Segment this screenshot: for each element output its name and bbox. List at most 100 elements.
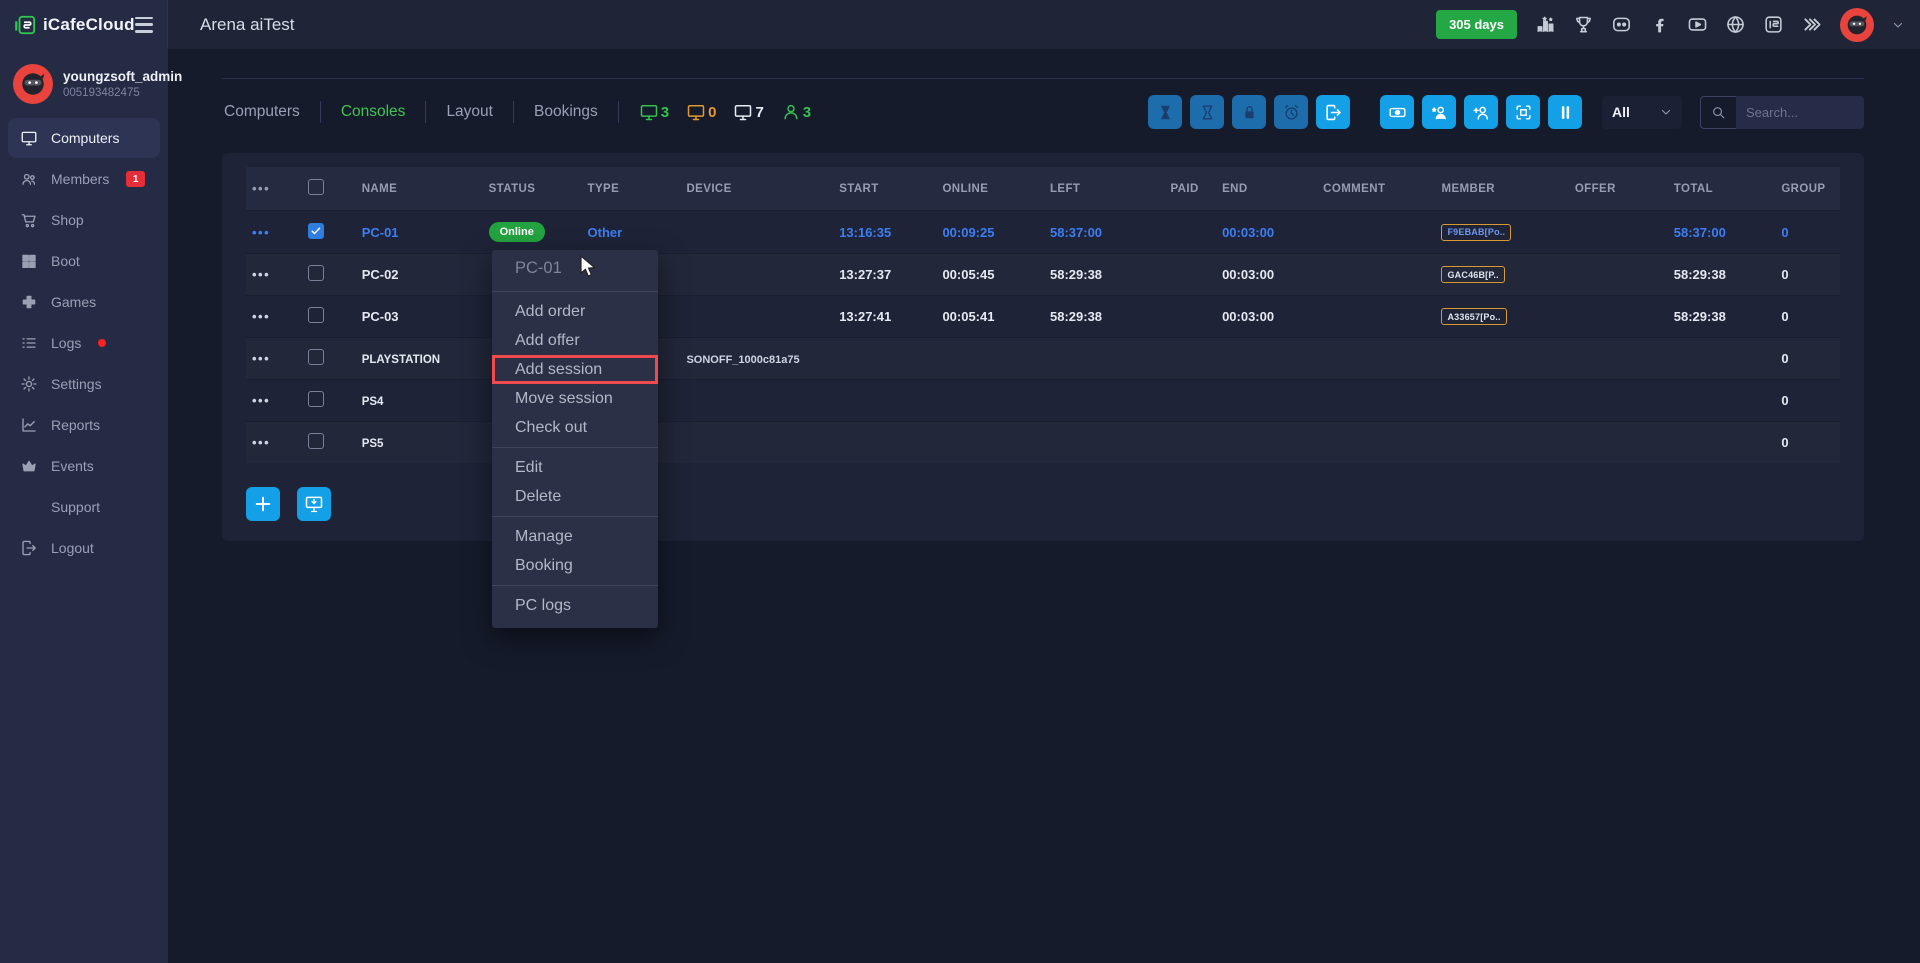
user-avatar[interactable] <box>13 64 53 104</box>
menu-item-manage[interactable]: Manage <box>492 522 658 551</box>
member-badge[interactable]: GAC46B[P.. <box>1441 266 1504 283</box>
row-menu-icon[interactable]: ••• <box>252 225 270 240</box>
sidebar-item-members[interactable]: Members1 <box>8 159 160 199</box>
layers-icon[interactable] <box>1801 14 1822 35</box>
menu-item-booking[interactable]: Booking <box>492 551 658 580</box>
menu-item-add-order[interactable]: Add order <box>492 297 658 326</box>
chevron-down-icon[interactable] <box>1892 19 1904 31</box>
search-input[interactable] <box>1736 96 1864 129</box>
sidebar-item-games[interactable]: Games <box>8 282 160 322</box>
sidebar-item-shop[interactable]: Shop <box>8 200 160 240</box>
row-menu-icon[interactable]: ••• <box>252 351 270 366</box>
tab-consoles[interactable]: Consoles <box>321 101 427 123</box>
cell-comment <box>1317 254 1435 296</box>
menu-item-edit[interactable]: Edit <box>492 453 658 482</box>
cell-name-value[interactable]: PS4 <box>362 396 384 408</box>
select-all-checkbox[interactable] <box>308 179 324 195</box>
sidebar-item-settings[interactable]: Settings <box>8 364 160 404</box>
sidebar-item-computers[interactable]: Computers <box>8 118 160 158</box>
sidebar-item-logout[interactable]: Logout <box>8 528 160 568</box>
facebook-icon[interactable] <box>1649 14 1670 35</box>
row-menu-cell: ••• <box>246 338 302 380</box>
counter-2: 7 <box>733 102 763 122</box>
member-star-button[interactable] <box>1422 95 1456 129</box>
plus-button[interactable] <box>246 487 280 521</box>
hamburger-icon[interactable] <box>135 17 153 33</box>
cell-offer <box>1569 380 1668 422</box>
row-checkbox[interactable] <box>308 391 324 407</box>
discord-icon[interactable] <box>1611 14 1632 35</box>
row-checkbox[interactable] <box>308 265 324 281</box>
lock-button[interactable] <box>1232 95 1266 129</box>
sidebar-item-support[interactable]: Support <box>8 487 160 527</box>
cell-group-value: 0 <box>1781 225 1788 240</box>
subscription-days-badge[interactable]: 305 days <box>1436 10 1517 39</box>
cell-start-value: 13:27:37 <box>839 267 891 282</box>
member-badge[interactable]: A33657[Po.. <box>1441 308 1506 325</box>
screen-button[interactable] <box>1506 95 1540 129</box>
sidebar-item-events[interactable]: Events <box>8 446 160 486</box>
sidebar-item-boot[interactable]: Boot <box>8 241 160 281</box>
menu-item-delete[interactable]: Delete <box>492 482 658 511</box>
brand[interactable]: iCafeCloud <box>14 14 135 36</box>
globe-icon[interactable] <box>1725 14 1746 35</box>
row-menu-icon[interactable]: ••• <box>252 309 270 324</box>
user-avatar[interactable] <box>1840 8 1874 42</box>
cell-name-value[interactable]: PC-02 <box>362 267 399 282</box>
sidebar-item-reports[interactable]: Reports <box>8 405 160 445</box>
row-checkbox[interactable] <box>308 349 324 365</box>
cell-left-value: 58:29:38 <box>1050 309 1102 324</box>
cell-device-value: SONOFF_1000c81a75 <box>686 354 799 366</box>
cash-icon <box>1388 103 1407 122</box>
hourglass-button[interactable] <box>1190 95 1224 129</box>
row-checkbox[interactable] <box>308 307 324 323</box>
cell-name-value[interactable]: PC-03 <box>362 309 399 324</box>
pause-icon <box>1556 103 1575 122</box>
menu-item-add-session[interactable]: Add session <box>492 355 658 384</box>
trophy-icon[interactable] <box>1573 14 1594 35</box>
sidebar-item-logs[interactable]: Logs <box>8 323 160 363</box>
checkout-button[interactable] <box>1316 95 1350 129</box>
alarm-button[interactable] <box>1274 95 1308 129</box>
tab-layout[interactable]: Layout <box>426 101 514 123</box>
cell-member <box>1435 422 1568 464</box>
column-header-start: START <box>833 167 936 211</box>
cell-name-value[interactable]: PLAYSTATION <box>362 354 440 366</box>
table-row: •••PC-0213:27:3700:05:4558:29:3800:03:00… <box>246 254 1840 296</box>
sidebar-item-label: Logout <box>51 540 94 556</box>
row-checkbox[interactable] <box>308 223 324 239</box>
cell-paid <box>1164 422 1216 464</box>
row-menu-icon[interactable]: ••• <box>252 393 270 408</box>
phone-icon <box>20 498 38 516</box>
tab-computers[interactable]: Computers <box>222 101 321 123</box>
hourglass-filled-button[interactable] <box>1148 95 1182 129</box>
filter-select[interactable]: All <box>1602 96 1682 129</box>
sidebar-item-label: Shop <box>51 212 84 228</box>
pause-button[interactable] <box>1548 95 1582 129</box>
youtube-icon[interactable] <box>1687 14 1708 35</box>
ranking-icon[interactable] <box>1535 14 1556 35</box>
row-checkbox[interactable] <box>308 433 324 449</box>
menu-item-move-session[interactable]: Move session <box>492 384 658 413</box>
cash-button[interactable] <box>1380 95 1414 129</box>
menu-item-check-out[interactable]: Check out <box>492 413 658 442</box>
cell-name-value[interactable]: PC-01 <box>362 225 399 240</box>
cell-name-value[interactable]: PS5 <box>362 438 384 450</box>
add-pc-button[interactable] <box>297 487 331 521</box>
cell-group: 0 <box>1775 254 1840 296</box>
row-menu-icon[interactable]: ••• <box>252 267 270 282</box>
menu-item-pc-logs[interactable]: PC logs <box>492 591 658 620</box>
member-add-button[interactable] <box>1464 95 1498 129</box>
member-badge[interactable]: F9EBAB[Po.. <box>1441 224 1511 241</box>
row-menu-icon[interactable]: ••• <box>252 435 270 450</box>
column-header-left: LEFT <box>1044 167 1164 211</box>
table-row: •••PS50 <box>246 422 1840 464</box>
add-buttons <box>246 487 331 521</box>
cell-start-value: 13:27:41 <box>839 309 891 324</box>
icafecloud-icon[interactable] <box>1763 14 1784 35</box>
cell-left-value: 58:37:00 <box>1050 225 1102 240</box>
tab-bookings[interactable]: Bookings <box>514 101 619 123</box>
row-menu-icon[interactable]: ••• <box>252 181 270 196</box>
menu-item-add-offer[interactable]: Add offer <box>492 326 658 355</box>
main-content: ComputersConsolesLayoutBookings 3073 All… <box>168 49 1920 963</box>
